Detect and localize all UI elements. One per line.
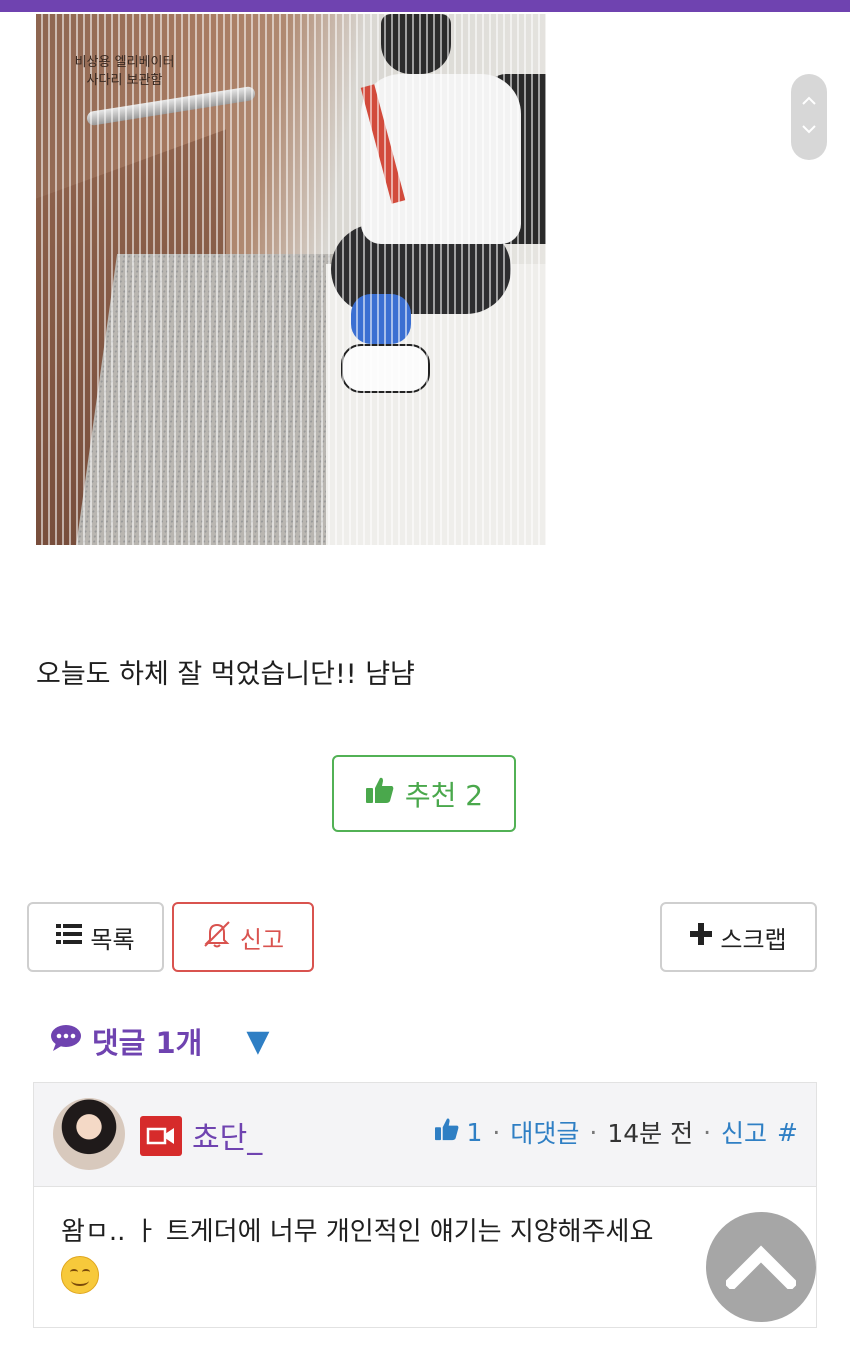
comment-text: 왐ㅁ.. ㅏ 트게더에 너무 개인적인 얘기는 지양해주세요 [61,1217,654,1247]
thumbs-up-icon [434,1117,460,1147]
smiling-emoji-icon [61,1255,99,1294]
comment-body: 왐ㅁ.. ㅏ 트게더에 너무 개인적인 얘기는 지양해주세요 [61,1211,781,1295]
video-camera-icon [140,1116,182,1156]
bell-slash-icon [202,920,232,954]
recommend-button[interactable]: 추천 2 [332,755,516,832]
comment-item: 쵸단_ 1 · 대댓글 · 14분 전 · 신고 # 왐ㅁ.. ㅏ 트게더에 너… [33,1082,817,1328]
scrap-label: 스크랩 [720,925,787,954]
recommend-label: 추천 2 [404,778,484,812]
top-accent-bar [0,0,850,12]
comments-header[interactable]: 댓글 1개 ▼ [50,1020,269,1062]
reply-link[interactable]: 대댓글 [510,1114,579,1150]
comment-nickname[interactable]: 쵸단_ [192,1113,262,1157]
image-caption-line2: 사다리 보관함 [86,73,163,88]
comments-toggle-icon[interactable]: ▼ [246,1024,269,1059]
comment-like-count: 1 [466,1117,483,1147]
list-icon [56,923,83,951]
image-caption-line1: 비상용 엘리베이터 [74,55,175,70]
scrap-button[interactable]: 스크랩 [660,902,817,972]
image-glass-stripes [36,14,546,545]
image-caption: 비상용 엘리베이터 사다리 보관함 [52,54,197,90]
comment-time: 14분 전 [607,1119,694,1148]
comment-report-link[interactable]: 신고 [721,1114,767,1150]
post-image[interactable]: 비상용 엘리베이터 사다리 보관함 [36,14,546,545]
scroll-widget[interactable] [791,74,827,160]
plus-icon [690,923,713,951]
chevron-up-icon[interactable] [791,87,827,115]
list-label: 목록 [90,925,135,954]
back-to-top-icon[interactable] [706,1212,816,1322]
thumbs-up-icon [365,776,395,811]
post-body-text: 오늘도 하체 잘 먹었습니단!! 냠냠 [36,659,415,690]
comment-permalink[interactable]: # [777,1118,798,1147]
comment-bubble-icon [50,1024,82,1059]
comment-like[interactable]: 1 [434,1117,482,1147]
comment-meta: 1 · 대댓글 · 14분 전 · 신고 # [434,1114,798,1150]
meta-separator: · [703,1117,712,1147]
meta-separator: · [492,1117,501,1147]
comments-count: 댓글 1개 [92,1026,203,1060]
avatar[interactable] [53,1098,125,1170]
meta-separator: · [589,1117,598,1147]
report-button[interactable]: 신고 [172,902,314,972]
report-label: 신고 [239,925,285,954]
chevron-down-icon[interactable] [791,115,827,143]
list-button[interactable]: 목록 [27,902,164,972]
comment-header: 쵸단_ 1 · 대댓글 · 14분 전 · 신고 # [34,1083,816,1187]
